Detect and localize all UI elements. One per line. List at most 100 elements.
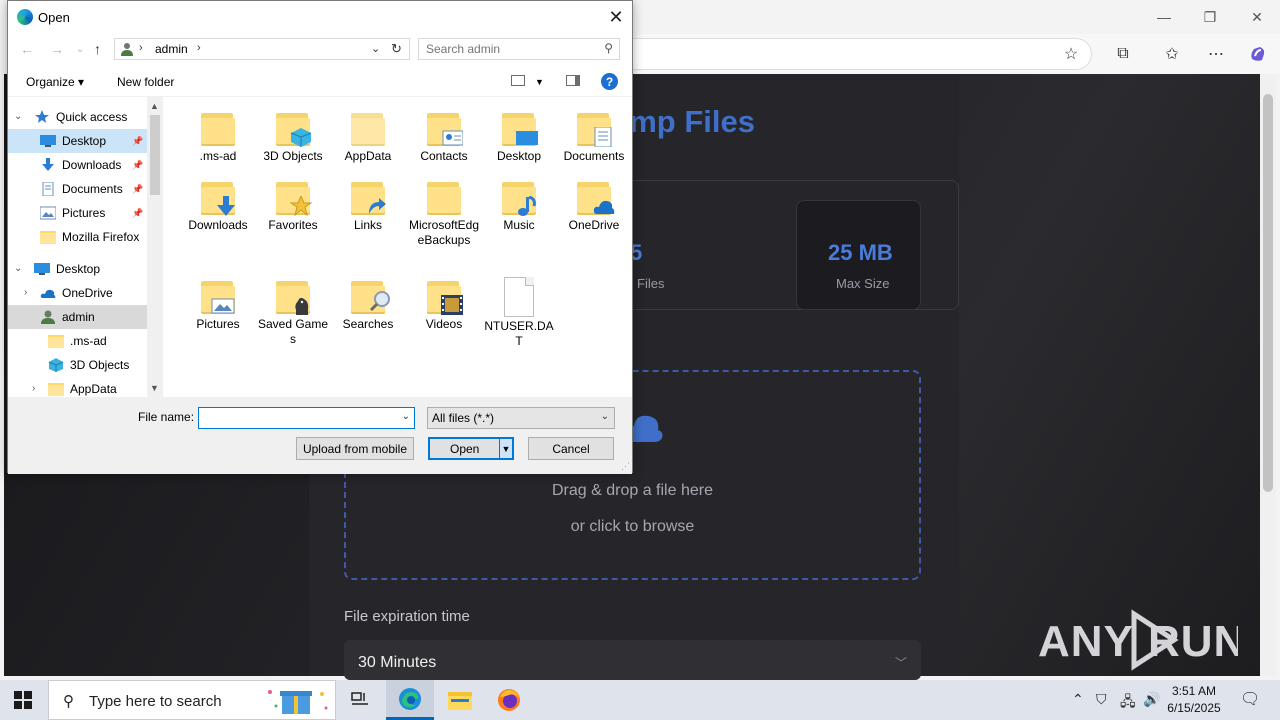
notifications-icon[interactable]: 🗨 — [1240, 689, 1260, 709]
file-item[interactable]: NTUSER.DAT — [483, 277, 555, 349]
nav-desktop-root[interactable]: Desktop — [8, 257, 147, 281]
nav-label: .ms-ad — [70, 334, 107, 348]
preview-pane-icon[interactable] — [566, 75, 580, 86]
open-button[interactable]: Open ▼ — [428, 437, 514, 460]
file-item[interactable]: OneDrive — [558, 178, 630, 233]
organize-label: Organize — [26, 75, 75, 89]
open-dropdown-icon[interactable]: ▼ — [499, 439, 512, 458]
navpane-scroll-thumb[interactable] — [150, 115, 160, 195]
page-scroll-thumb[interactable] — [1263, 94, 1273, 492]
upload-from-mobile-button[interactable]: Upload from mobile — [296, 437, 414, 460]
refresh-icon[interactable]: ↻ — [391, 41, 402, 57]
file-item[interactable]: Searches — [332, 277, 404, 332]
file-item-label: AppData — [344, 149, 392, 163]
file-item[interactable]: Contacts — [408, 109, 480, 164]
nav-downloads[interactable]: Downloads 📌 — [8, 153, 147, 177]
path-segment-admin[interactable]: admin — [155, 42, 188, 56]
task-view-icon[interactable] — [336, 680, 384, 720]
gift-widget-icon[interactable] — [262, 684, 332, 716]
search-icon: ⚲ — [63, 693, 74, 710]
file-explorer-icon[interactable] — [436, 680, 484, 720]
taskbar-search-placeholder: Type here to search — [89, 693, 222, 710]
file-item[interactable]: Music — [483, 178, 555, 233]
nav-quick-access[interactable]: Quick access — [8, 105, 147, 129]
file-item[interactable]: MicrosoftEdgeBackups — [408, 178, 480, 248]
up-arrow-icon[interactable]: ↑ — [94, 41, 101, 57]
searches-folder-icon — [349, 277, 390, 315]
organize-button[interactable]: Organize ▾ — [26, 75, 84, 89]
expiration-select[interactable]: 30 Minutes ﹀ — [344, 640, 921, 680]
scroll-up-icon[interactable]: ▲ — [150, 101, 159, 111]
nav-desktop-pinned[interactable]: Desktop 📌 — [8, 129, 147, 153]
address-field[interactable] — [632, 38, 1092, 70]
taskbar-clock[interactable]: 3:51 AM 6/15/2025 — [1164, 683, 1224, 717]
file-item-label: Saved Games — [257, 317, 329, 346]
file-item[interactable]: 3D Objects — [257, 109, 329, 164]
nav-appdata[interactable]: AppData — [8, 377, 147, 397]
nav-ms-ad[interactable]: .ms-ad — [8, 329, 147, 353]
file-name-combobox[interactable]: ⌄ — [198, 407, 415, 429]
resize-grip-icon[interactable]: ⋰ — [621, 461, 630, 472]
more-menu-icon[interactable]: ⋯ — [1203, 42, 1229, 66]
nav-admin[interactable]: admin — [8, 305, 147, 329]
recent-chevron-icon[interactable]: ⌄ — [76, 44, 84, 55]
file-item-label: NTUSER.DAT — [484, 319, 554, 348]
nav-mozilla-firefox[interactable]: Mozilla Firefox — [8, 225, 147, 249]
dialog-search[interactable]: ⚲ — [418, 38, 620, 60]
extensions-icon[interactable]: ⧉ — [1110, 42, 1136, 66]
edge-taskbar-icon[interactable] — [386, 680, 434, 720]
file-name-input[interactable] — [203, 409, 393, 427]
search-input[interactable] — [426, 42, 596, 56]
file-item[interactable]: AppData — [332, 109, 404, 164]
path-bar[interactable]: › admin › ⌄ ↻ — [114, 38, 410, 60]
help-icon[interactable]: ? — [601, 73, 618, 90]
dialog-toolbar: Organize ▾ New folder ▼ ? — [8, 65, 632, 97]
restore-button[interactable]: ❐ — [1195, 6, 1225, 28]
security-tray-icon[interactable]: ⛉ — [1096, 691, 1107, 708]
view-dropdown-icon[interactable]: ▼ — [535, 77, 544, 87]
stat-maxsize-label: Max Size — [836, 276, 890, 291]
svg-text:RUN: RUN — [1148, 617, 1238, 666]
nav-label: Documents — [62, 182, 123, 196]
tray-chevron-up-icon[interactable]: ⌃ — [1072, 691, 1084, 708]
nav-label: admin — [62, 310, 95, 324]
file-item-label: Documents — [563, 149, 625, 163]
file-item[interactable]: Saved Games — [257, 277, 329, 347]
nav-onedrive[interactable]: OneDrive — [8, 281, 147, 305]
expiration-value: 30 Minutes — [358, 654, 437, 671]
nav-pictures[interactable]: Pictures 📌 — [8, 201, 147, 225]
file-item[interactable]: Documents — [558, 109, 630, 164]
windows-start-icon[interactable] — [14, 691, 32, 709]
close-browser-button[interactable]: ✕ — [1242, 6, 1272, 28]
file-item[interactable]: Links — [332, 178, 404, 233]
music-folder-icon — [500, 178, 538, 216]
path-dropdown-icon[interactable]: ⌄ — [371, 42, 380, 55]
file-item[interactable]: Desktop — [483, 109, 555, 164]
scroll-down-icon[interactable]: ▼ — [150, 383, 159, 393]
chevron-down-icon[interactable]: ⌄ — [402, 411, 410, 422]
volume-icon[interactable]: 🔊 — [1143, 691, 1160, 708]
back-arrow-icon[interactable]: ← — [20, 41, 34, 57]
file-item[interactable]: Pictures — [182, 277, 254, 332]
folder-icon — [425, 178, 463, 216]
file-item[interactable]: .ms-ad — [182, 109, 254, 164]
new-folder-button[interactable]: New folder — [117, 75, 174, 89]
favorite-star-icon[interactable]: ☆ — [1058, 42, 1084, 66]
nav-documents[interactable]: Documents 📌 — [8, 177, 147, 201]
minimize-button[interactable]: — — [1149, 6, 1179, 28]
open-label: Open — [450, 442, 480, 456]
file-item[interactable]: Favorites — [257, 178, 329, 233]
nav-3d-objects[interactable]: 3D Objects — [8, 353, 147, 377]
network-icon[interactable]: 🖧 — [1120, 691, 1136, 715]
cancel-button[interactable]: Cancel — [528, 437, 614, 460]
pictures-icon — [39, 206, 57, 220]
favorites-icon[interactable]: ✩ — [1159, 42, 1185, 66]
forward-arrow-icon[interactable]: → — [50, 41, 64, 57]
file-type-select[interactable]: All files (*.*) ⌄ — [427, 407, 615, 429]
view-options-icon[interactable] — [511, 75, 525, 86]
firefox-icon[interactable] — [485, 680, 533, 720]
file-item[interactable]: Downloads — [182, 178, 254, 233]
copilot-icon[interactable] — [1245, 42, 1271, 66]
dialog-close-button[interactable]: ✕ — [604, 5, 628, 29]
file-item[interactable]: Videos — [408, 277, 480, 332]
